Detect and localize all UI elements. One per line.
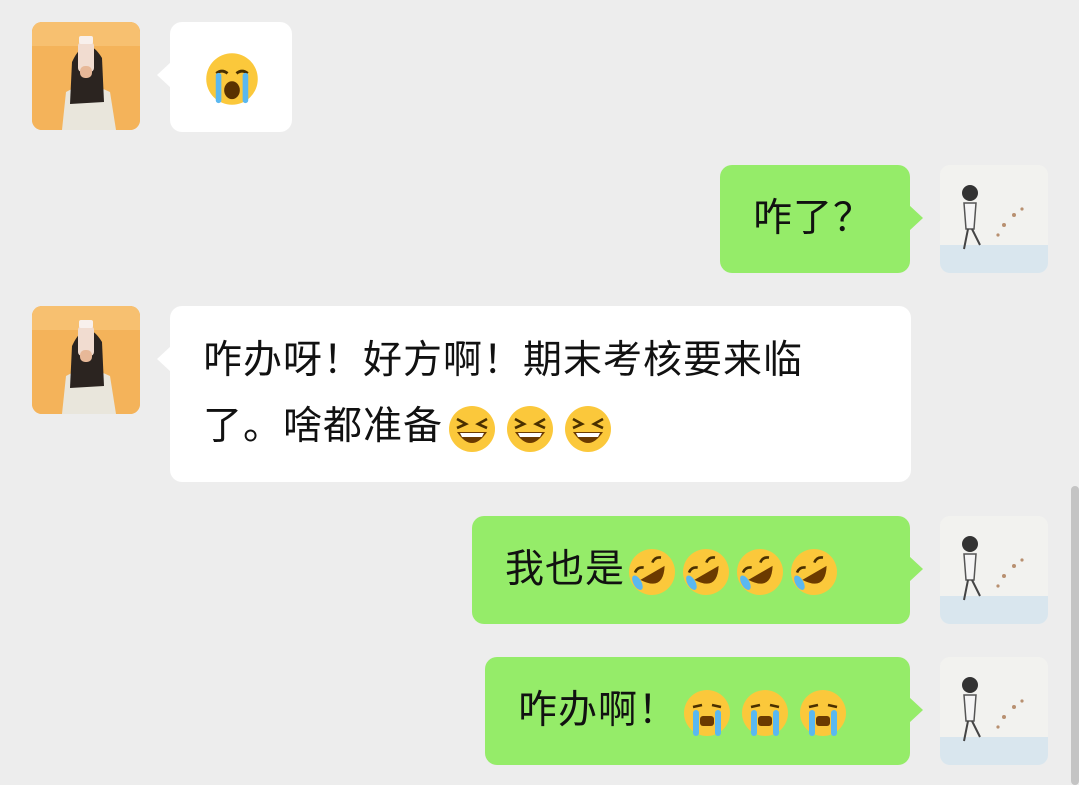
my-avatar-drawing [940,657,1048,765]
crying-face-icon [682,688,732,738]
message-text-line-1: 咋办呀！好方啊！期末考核要来临 [203,338,804,383]
contact-avatar-photo [32,22,140,130]
contact-avatar[interactable] [32,306,140,414]
crying-face-icon [740,688,790,738]
message-bubble[interactable]: 我也是 [472,516,923,624]
contact-avatar-photo [32,306,140,414]
scrollbar-thumb[interactable] [1071,486,1079,785]
message-bubble[interactable] [157,22,292,132]
contact-avatar[interactable] [32,22,140,130]
grinning-squinting-face-icon [447,404,497,454]
crying-face-icon [798,688,848,738]
grinning-squinting-face-icon [505,404,555,454]
grinning-squinting-face-icon [563,404,613,454]
rolling-on-floor-laughing-icon [789,547,839,597]
loudly-crying-face-icon [204,51,260,107]
message-text: 咋办啊！ [518,688,679,733]
message-bubble[interactable]: 咋办啊！ [485,657,923,765]
message-bubble[interactable]: 咋了？ [720,165,923,273]
rolling-on-floor-laughing-icon [627,547,677,597]
my-avatar[interactable] [940,516,1048,624]
my-avatar[interactable] [940,657,1048,765]
my-avatar[interactable] [940,165,1048,273]
my-avatar-drawing [940,516,1048,624]
rolling-on-floor-laughing-icon [681,547,731,597]
rolling-on-floor-laughing-icon [735,547,785,597]
my-avatar-drawing [940,165,1048,273]
message-text: 我也是 [505,547,626,592]
message-bubble[interactable]: 咋办呀！好方啊！期末考核要来临 了。啥都准备 [157,306,911,482]
message-text-line-2: 了。啥都准备 [203,404,444,449]
message-line-2: 了。啥都准备 [203,394,911,460]
message-text: 咋了？ [753,196,874,241]
